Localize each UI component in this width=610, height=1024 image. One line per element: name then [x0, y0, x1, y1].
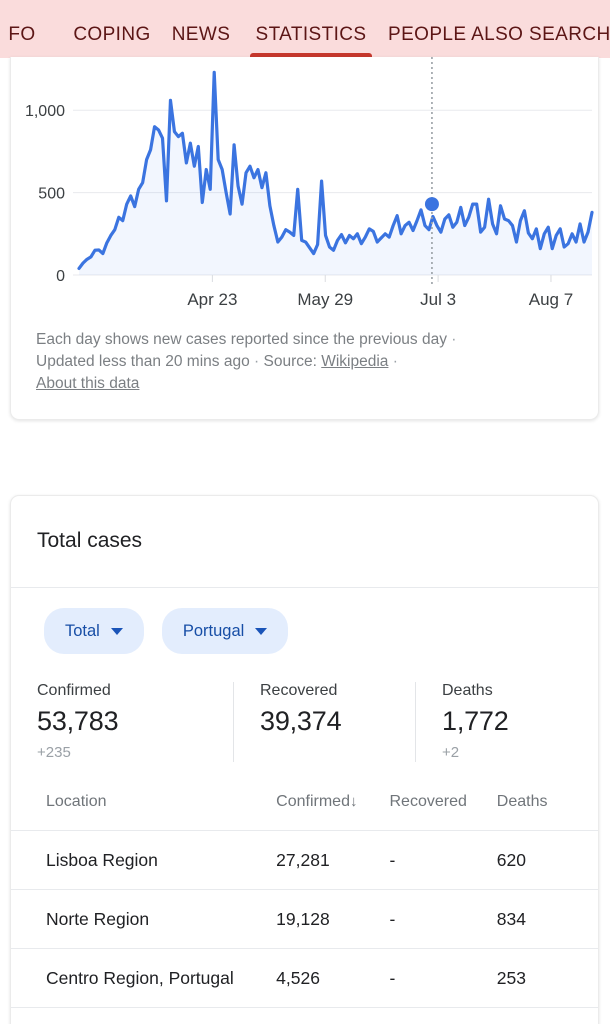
- summary-metric-deaths: Deaths 1,772 +2: [415, 682, 585, 762]
- chart-y-axis-label: 0: [56, 268, 65, 285]
- summary-metric-recovered: Recovered 39,374: [233, 682, 415, 762]
- new-cases-chart-card: 0 500 1,000 Apr 23 May 29 Jul 3 Aug 7 Each day…: [10, 57, 599, 420]
- summary-metric-value: 53,783: [37, 706, 119, 736]
- table-header: Location Confirmed↓ Recovered Deaths: [11, 788, 598, 831]
- chevron-down-icon: [255, 627, 268, 635]
- cell-location: Lisboa Region: [11, 830, 277, 890]
- location-stats-table: Location Confirmed↓ Recovered Deaths Lis…: [11, 788, 598, 1024]
- about-this-data-link[interactable]: About this data: [36, 375, 139, 392]
- column-header-deaths[interactable]: Deaths: [496, 788, 598, 831]
- filter-chip-label: Total: [65, 621, 100, 640]
- tab-news[interactable]: NEWS: [162, 0, 240, 58]
- cell-deaths: 253: [496, 948, 598, 1008]
- cell-deaths: 17: [496, 1007, 598, 1024]
- summary-metric-label: Deaths: [442, 682, 493, 699]
- summary-metric-value: 1,772: [442, 706, 509, 736]
- cell-confirmed: 4,526: [276, 948, 390, 1008]
- new-cases-chart[interactable]: 0 500 1,000 Apr 23 May 29 Jul 3 Aug 7: [11, 57, 598, 321]
- tab-label: PEOPLE ALSO SEARCH F: [388, 24, 610, 45]
- cell-confirmed: 934: [276, 1007, 390, 1024]
- total-cases-card: Total cases Total Portugal Confirmed 53,78…: [10, 495, 599, 1024]
- cell-location: Faro District: [11, 1007, 277, 1024]
- summary-metric-label: Recovered: [260, 682, 338, 699]
- new-cases-line-chart-svg: 0 500 1,000 Apr 23 May 29 Jul 3 Aug 7: [25, 57, 594, 309]
- table-row[interactable]: Faro District934-17: [11, 1007, 598, 1024]
- column-header-confirmed[interactable]: Confirmed↓: [276, 788, 390, 831]
- chart-x-axis-label: May 29: [297, 290, 353, 309]
- chart-x-axis-label: Aug 7: [529, 290, 573, 309]
- page-body: 0 500 1,000 Apr 23 May 29 Jul 3 Aug 7 Each day…: [0, 57, 610, 1024]
- cell-recovered: -: [389, 830, 497, 890]
- summary-metric-label: Confirmed: [37, 682, 111, 699]
- column-header-recovered[interactable]: Recovered: [389, 788, 497, 831]
- footnote-description: Each day shows new cases reported since …: [36, 331, 447, 348]
- summary-metrics: Confirmed 53,783 +235 Recovered 39,374 Deaths…: [37, 654, 572, 762]
- cell-recovered: -: [389, 1007, 497, 1024]
- table-row[interactable]: Lisboa Region 27,281-620: [11, 830, 598, 890]
- footnote-separator-2: ·: [254, 353, 260, 370]
- filter-chip-total[interactable]: Total: [44, 608, 144, 654]
- cell-recovered: -: [389, 889, 497, 949]
- summary-metric-delta: +2: [442, 744, 460, 761]
- tab-people-also-search-f[interactable]: PEOPLE ALSO SEARCH F: [388, 0, 610, 58]
- page-title: Total cases: [37, 529, 143, 552]
- table-body: Lisboa Region 27,281-620 Norte Region 19,12…: [11, 830, 598, 1024]
- filter-chip-label: Portugal: [182, 621, 245, 640]
- tab-statistics[interactable]: STATISTICS: [236, 0, 386, 58]
- tab-label: NEWS: [171, 24, 231, 45]
- filter-chip-portugal[interactable]: Portugal: [161, 608, 289, 654]
- chart-y-axis-label: 500: [38, 186, 65, 203]
- footnote-updated: Updated less than 20 mins ago: [36, 353, 250, 370]
- cell-confirmed: 27,281: [276, 830, 390, 890]
- footnote-separator-1: ·: [451, 331, 457, 348]
- chart-x-axis-label: Apr 23: [187, 290, 237, 309]
- chevron-down-icon: [110, 627, 123, 635]
- cell-confirmed: 19,128: [276, 889, 390, 949]
- sort-descending-icon: ↓: [349, 793, 358, 811]
- cell-recovered: -: [389, 948, 497, 1008]
- summary-metric-confirmed: Confirmed 53,783 +235: [37, 682, 233, 762]
- table-row[interactable]: Centro Region, Portugal 4,526-253: [11, 948, 598, 1008]
- cell-deaths: 620: [496, 830, 598, 890]
- category-tab-bar: FO COPING NEWS STATISTICS PEOPLE ALSO SEARCH…: [0, 0, 610, 58]
- chart-footnote: Each day shows new cases reported since …: [36, 329, 580, 395]
- summary-metric-value: 39,374: [260, 706, 342, 736]
- column-header-confirmed-label: Confirmed: [276, 793, 350, 811]
- summary-metric-delta: +235: [37, 744, 71, 761]
- cell-deaths: 834: [496, 889, 598, 949]
- filter-chip-row: Total Portugal: [11, 588, 598, 654]
- cell-location: Centro Region, Portugal: [11, 948, 277, 1008]
- cell-location: Norte Region: [11, 889, 277, 949]
- chart-highlighted-point[interactable]: [424, 197, 439, 212]
- tab-label: FO: [8, 24, 36, 45]
- column-header-location[interactable]: Location: [11, 788, 277, 831]
- tab-fo[interactable]: FO: [0, 0, 52, 58]
- source-wikipedia-link[interactable]: Wikipedia: [321, 353, 388, 370]
- tab-coping[interactable]: COPING: [56, 0, 168, 58]
- table-row[interactable]: Norte Region 19,128-834: [11, 889, 598, 949]
- tab-label: COPING: [73, 24, 151, 45]
- tab-label: STATISTICS: [255, 24, 367, 45]
- table-header-row: Location Confirmed↓ Recovered Deaths: [11, 788, 598, 831]
- chart-x-axis-label: Jul 3: [420, 290, 456, 309]
- chart-y-axis-label: 1,000: [25, 103, 65, 120]
- summary-metric-delta: [260, 744, 393, 762]
- footnote-separator-3: ·: [392, 353, 398, 370]
- footnote-source-label: Source:: [263, 353, 317, 370]
